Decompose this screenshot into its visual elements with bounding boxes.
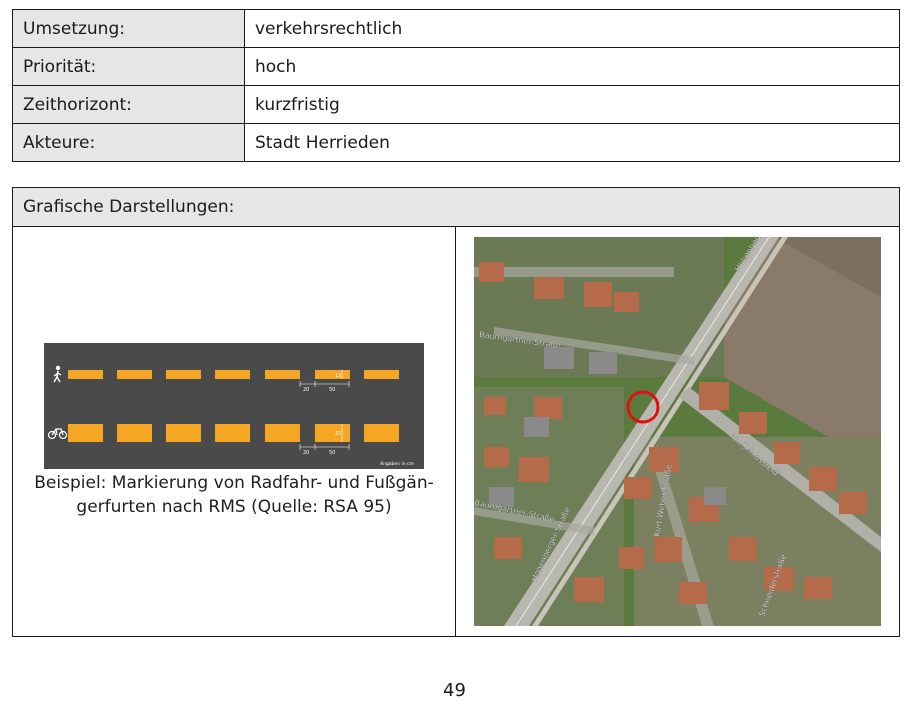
marking-caption: Beispiel: Markierung von Radfahr- und Fu… <box>13 471 455 519</box>
caption-line-2: gerfurten nach RMS (Quelle: RSA 95) <box>76 497 392 517</box>
bike-dim-gap: 20 <box>303 450 309 456</box>
detail-value: hoch <box>244 47 900 86</box>
ped-dim-gap: 20 <box>303 387 309 393</box>
detail-label: Priorität: <box>12 47 245 86</box>
detail-label: Akteure: <box>12 123 245 162</box>
graphics-header: Grafische Darstellungen: <box>12 187 900 227</box>
marking-figure-cell: 20 50 12 20 50 25 Angaben in cm Beispiel… <box>12 226 456 637</box>
bike-dim-height: 25 <box>335 431 341 437</box>
detail-label: Umsetzung: <box>12 9 245 48</box>
detail-value: verkehrsrechtlich <box>244 9 900 48</box>
detail-row-implementation: Umsetzung: verkehrsrechtlich <box>12 9 900 48</box>
caption-line-1: Beispiel: Markierung von Radfahr- und Fu… <box>34 473 434 493</box>
detail-row-timeframe: Zeithorizont: kurzfristig <box>12 85 900 124</box>
unit-note: Angaben in cm <box>380 461 414 467</box>
ped-dim-bar: 50 <box>329 387 335 393</box>
aerial-figure-cell: Baumgärtner-Straße Hohenberger Straße Am… <box>455 199 900 637</box>
ped-dim-height: 12 <box>335 373 341 379</box>
crossing-marking-image: 20 50 12 20 50 25 Angaben in cm <box>44 343 424 469</box>
bike-dim-bar: 50 <box>329 450 335 456</box>
page-number: 49 <box>443 680 466 701</box>
details-table: Umsetzung: verkehrsrechtlich Priorität: … <box>12 9 900 162</box>
aerial-map-image: Baumgärtner-Straße Hohenberger Straße Am… <box>473 199 881 627</box>
detail-row-priority: Priorität: hoch <box>12 47 900 86</box>
detail-value: kurzfristig <box>244 85 900 124</box>
detail-label: Zeithorizont: <box>12 85 245 124</box>
detail-value: Stadt Herrieden <box>244 123 900 162</box>
detail-row-actors: Akteure: Stadt Herrieden <box>12 123 900 162</box>
graphics-table: Grafische Darstellungen: 20 50 12 20 50 … <box>12 187 900 637</box>
